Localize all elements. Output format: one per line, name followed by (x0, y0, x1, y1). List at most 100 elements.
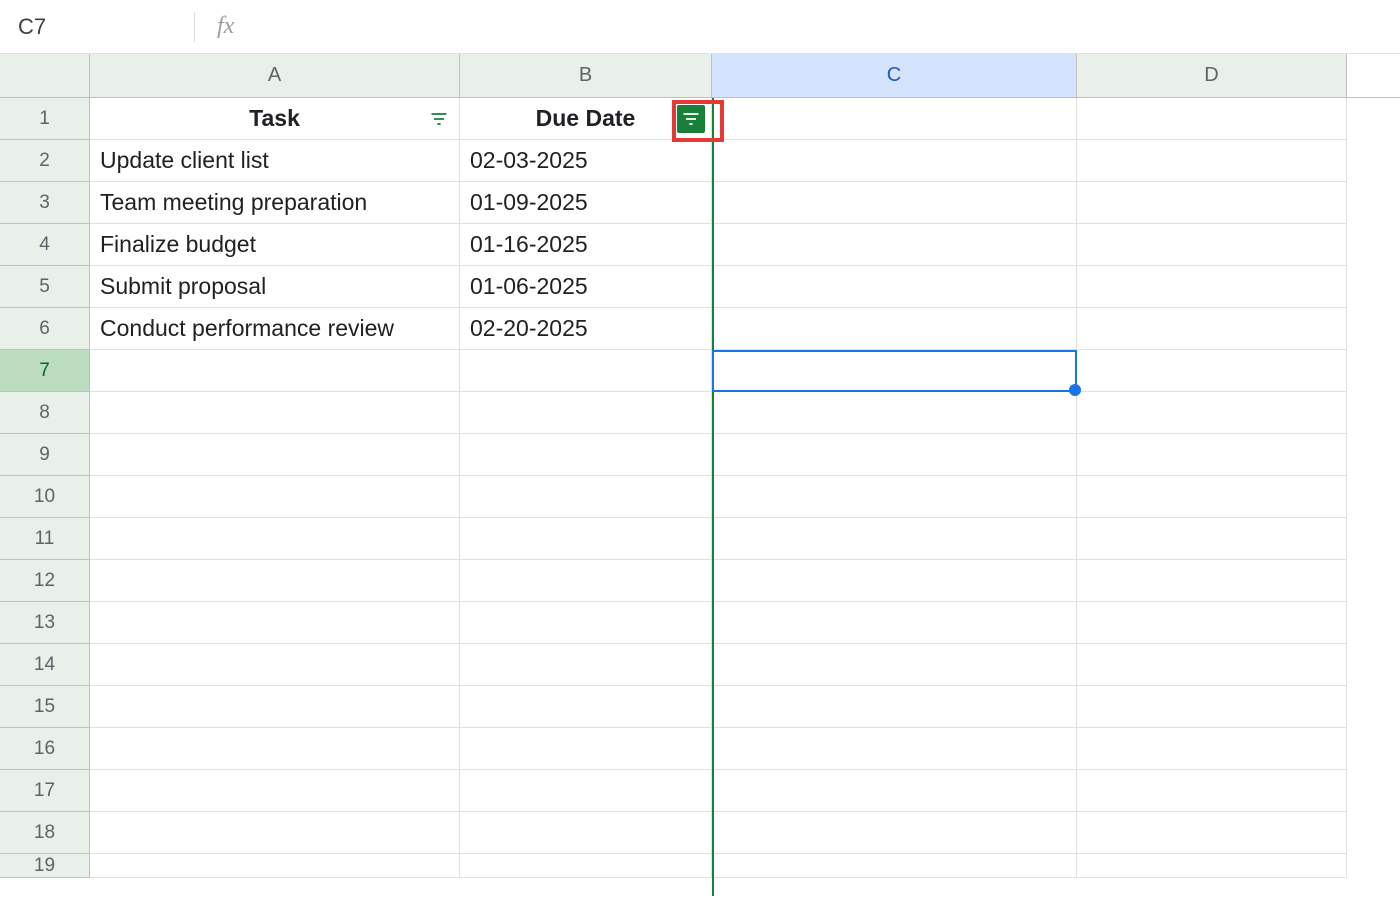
cell-B12[interactable] (460, 560, 712, 602)
row-header-1[interactable]: 1 (0, 98, 90, 140)
cell-C4[interactable] (712, 224, 1077, 266)
cell-D6[interactable] (1077, 308, 1347, 350)
cell-D11[interactable] (1077, 518, 1347, 560)
filter-icon[interactable] (425, 105, 453, 133)
row-header-4[interactable]: 4 (0, 224, 90, 266)
cell-B14[interactable] (460, 644, 712, 686)
cell-B5[interactable]: 01-06-2025 (460, 266, 712, 308)
cell-A13[interactable] (90, 602, 460, 644)
row-header-3[interactable]: 3 (0, 182, 90, 224)
cell-C12[interactable] (712, 560, 1077, 602)
cell-C16[interactable] (712, 728, 1077, 770)
row-header-11[interactable]: 11 (0, 518, 90, 560)
column-header-D[interactable]: D (1077, 54, 1347, 97)
cell-C15[interactable] (712, 686, 1077, 728)
cell-B7[interactable] (460, 350, 712, 392)
cell-D12[interactable] (1077, 560, 1347, 602)
cell-A19[interactable] (90, 854, 460, 878)
cell-B1[interactable]: Due Date (460, 98, 712, 140)
cell-A6[interactable]: Conduct performance review (90, 308, 460, 350)
row-header-9[interactable]: 9 (0, 434, 90, 476)
row-header-5[interactable]: 5 (0, 266, 90, 308)
cell-A10[interactable] (90, 476, 460, 518)
cell-D8[interactable] (1077, 392, 1347, 434)
cell-C8[interactable] (712, 392, 1077, 434)
cell-B6[interactable]: 02-20-2025 (460, 308, 712, 350)
cell-C9[interactable] (712, 434, 1077, 476)
row-header-10[interactable]: 10 (0, 476, 90, 518)
cell-B4[interactable]: 01-16-2025 (460, 224, 712, 266)
cell-B9[interactable] (460, 434, 712, 476)
cell-C10[interactable] (712, 476, 1077, 518)
cell-A18[interactable] (90, 812, 460, 854)
cell-C5[interactable] (712, 266, 1077, 308)
cell-A5[interactable]: Submit proposal (90, 266, 460, 308)
cell-C13[interactable] (712, 602, 1077, 644)
cell-B13[interactable] (460, 602, 712, 644)
cell-A15[interactable] (90, 686, 460, 728)
cell-A3[interactable]: Team meeting preparation (90, 182, 460, 224)
column-header-C[interactable]: C (712, 54, 1077, 97)
cell-B8[interactable] (460, 392, 712, 434)
row-header-19[interactable]: 19 (0, 854, 90, 878)
cell-B15[interactable] (460, 686, 712, 728)
cell-A2[interactable]: Update client list (90, 140, 460, 182)
row-header-12[interactable]: 12 (0, 560, 90, 602)
cell-A9[interactable] (90, 434, 460, 476)
cell-C7[interactable] (712, 350, 1077, 392)
cell-A8[interactable] (90, 392, 460, 434)
cell-D10[interactable] (1077, 476, 1347, 518)
cell-D19[interactable] (1077, 854, 1347, 878)
cell-A14[interactable] (90, 644, 460, 686)
cell-C6[interactable] (712, 308, 1077, 350)
cell-B19[interactable] (460, 854, 712, 878)
cell-A16[interactable] (90, 728, 460, 770)
row-header-2[interactable]: 2 (0, 140, 90, 182)
cell-B16[interactable] (460, 728, 712, 770)
row-header-14[interactable]: 14 (0, 644, 90, 686)
cell-D18[interactable] (1077, 812, 1347, 854)
row-header-6[interactable]: 6 (0, 308, 90, 350)
cell-B2[interactable]: 02-03-2025 (460, 140, 712, 182)
row-header-13[interactable]: 13 (0, 602, 90, 644)
filter-active-icon[interactable] (677, 105, 705, 133)
cell-D5[interactable] (1077, 266, 1347, 308)
cell-B10[interactable] (460, 476, 712, 518)
formula-input[interactable] (234, 11, 1396, 42)
cell-C2[interactable] (712, 140, 1077, 182)
column-header-B[interactable]: B (460, 54, 712, 97)
column-header-A[interactable]: A (90, 54, 460, 97)
cell-A1[interactable]: Task (90, 98, 460, 140)
row-header-7[interactable]: 7 (0, 350, 90, 392)
row-header-18[interactable]: 18 (0, 812, 90, 854)
cell-D13[interactable] (1077, 602, 1347, 644)
cell-B3[interactable]: 01-09-2025 (460, 182, 712, 224)
cell-D2[interactable] (1077, 140, 1347, 182)
row-header-16[interactable]: 16 (0, 728, 90, 770)
row-header-15[interactable]: 15 (0, 686, 90, 728)
cell-B17[interactable] (460, 770, 712, 812)
cell-D7[interactable] (1077, 350, 1347, 392)
cell-C11[interactable] (712, 518, 1077, 560)
cell-C18[interactable] (712, 812, 1077, 854)
cell-D17[interactable] (1077, 770, 1347, 812)
select-all-corner[interactable] (0, 54, 90, 97)
cell-C3[interactable] (712, 182, 1077, 224)
row-header-17[interactable]: 17 (0, 770, 90, 812)
cell-A11[interactable] (90, 518, 460, 560)
cell-D4[interactable] (1077, 224, 1347, 266)
cell-D15[interactable] (1077, 686, 1347, 728)
cell-B18[interactable] (460, 812, 712, 854)
cell-C14[interactable] (712, 644, 1077, 686)
row-header-8[interactable]: 8 (0, 392, 90, 434)
cell-B11[interactable] (460, 518, 712, 560)
cell-C17[interactable] (712, 770, 1077, 812)
cell-D1[interactable] (1077, 98, 1347, 140)
cell-A7[interactable] (90, 350, 460, 392)
cell-D3[interactable] (1077, 182, 1347, 224)
cell-C1[interactable] (712, 98, 1077, 140)
cell-A12[interactable] (90, 560, 460, 602)
cell-D9[interactable] (1077, 434, 1347, 476)
cell-A4[interactable]: Finalize budget (90, 224, 460, 266)
cell-A17[interactable] (90, 770, 460, 812)
